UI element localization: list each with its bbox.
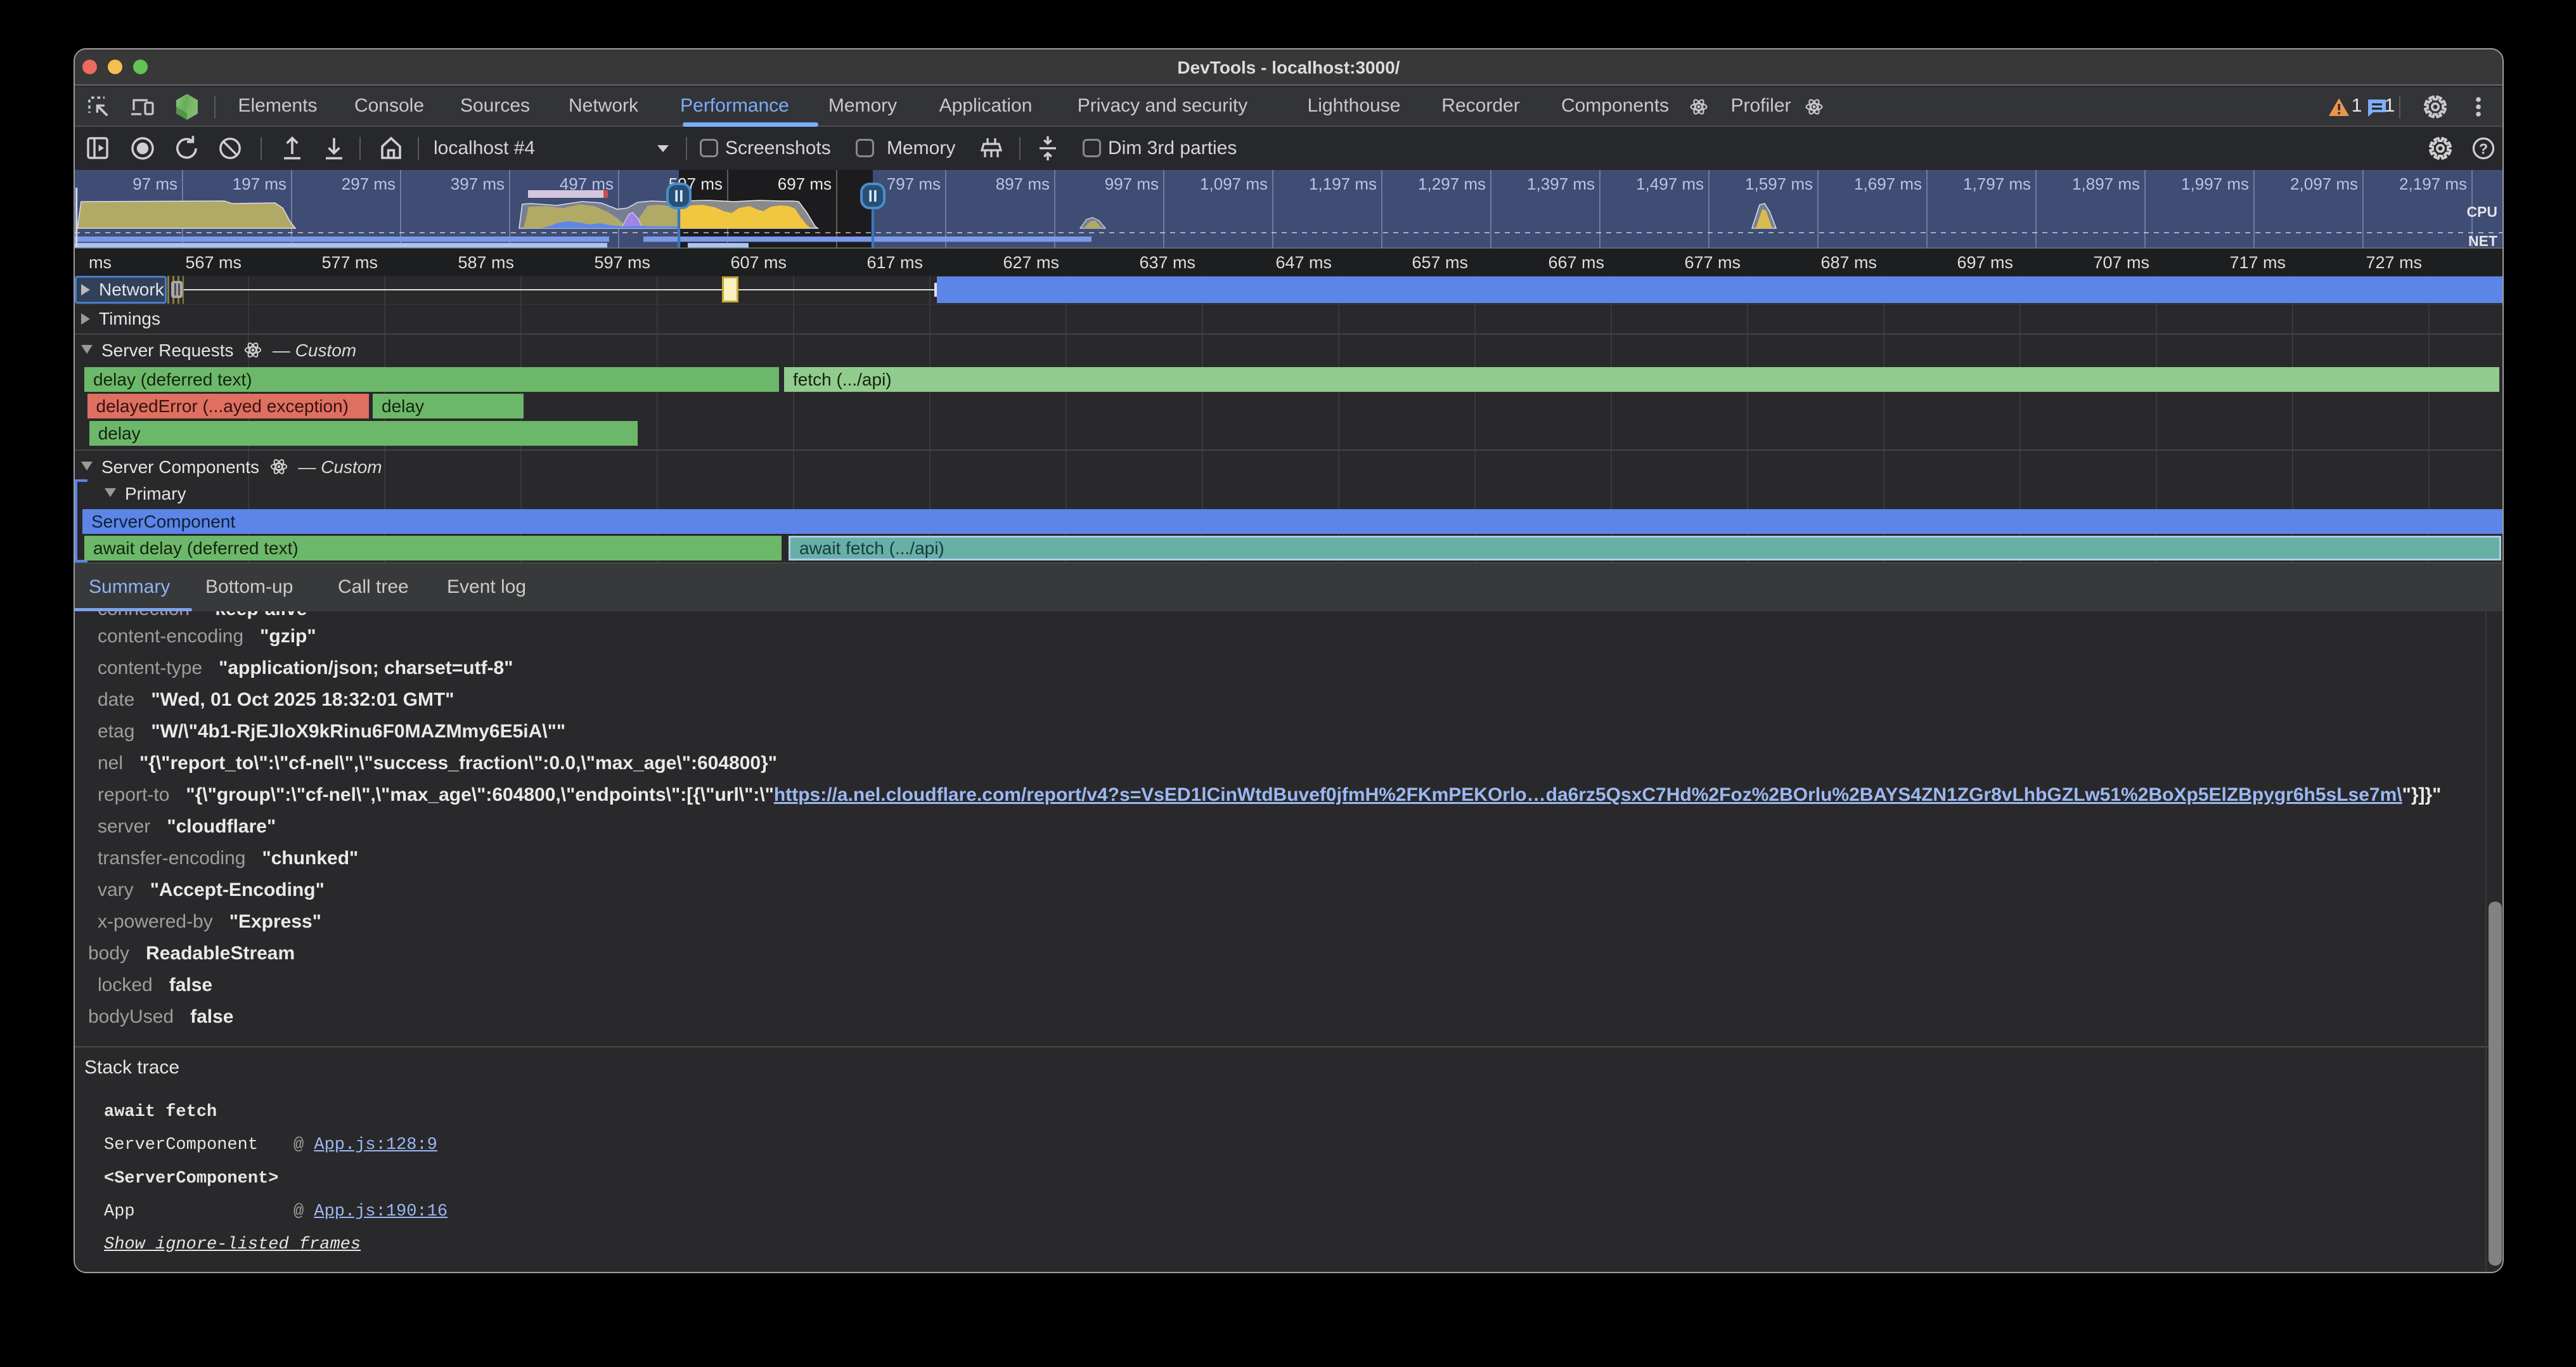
svg-text:797 ms: 797 ms bbox=[887, 174, 941, 193]
svg-text:1,397 ms: 1,397 ms bbox=[1527, 174, 1595, 193]
svg-text:497 ms: 497 ms bbox=[560, 174, 614, 193]
svg-text:1,697 ms: 1,697 ms bbox=[1854, 174, 1922, 193]
svg-text:397 ms: 397 ms bbox=[451, 174, 505, 193]
svg-text:997 ms: 997 ms bbox=[1105, 174, 1159, 193]
svg-text:1,097 ms: 1,097 ms bbox=[1200, 174, 1268, 193]
svg-text:197 ms: 197 ms bbox=[233, 174, 287, 193]
svg-text:697 ms: 697 ms bbox=[778, 174, 832, 193]
svg-text:1,497 ms: 1,497 ms bbox=[1636, 174, 1704, 193]
svg-text:1,197 ms: 1,197 ms bbox=[1309, 174, 1377, 193]
svg-text:2,097 ms: 2,097 ms bbox=[2290, 174, 2358, 193]
svg-text:97 ms: 97 ms bbox=[132, 174, 177, 193]
svg-text:CPU: CPU bbox=[2466, 204, 2497, 220]
svg-text:1,297 ms: 1,297 ms bbox=[1418, 174, 1486, 193]
svg-text:297 ms: 297 ms bbox=[342, 174, 396, 193]
svg-text:897 ms: 897 ms bbox=[996, 174, 1050, 193]
svg-text:1,997 ms: 1,997 ms bbox=[2181, 174, 2249, 193]
svg-text:1,897 ms: 1,897 ms bbox=[2072, 174, 2140, 193]
svg-text:2,197 ms: 2,197 ms bbox=[2399, 174, 2467, 193]
svg-text:1,797 ms: 1,797 ms bbox=[1963, 174, 2031, 193]
svg-text:1,597 ms: 1,597 ms bbox=[1745, 174, 1813, 193]
svg-text:NET: NET bbox=[2468, 233, 2497, 249]
svg-text:?: ? bbox=[2479, 141, 2488, 157]
